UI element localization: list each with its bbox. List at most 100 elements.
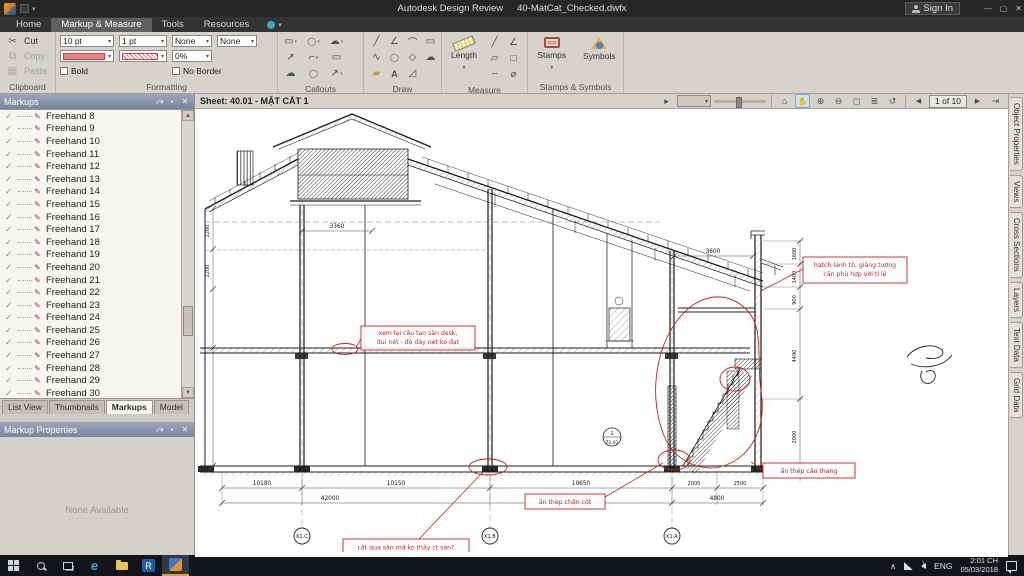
tab-model[interactable]: Model xyxy=(154,400,189,414)
next-page-icon[interactable] xyxy=(970,94,985,108)
check-icon[interactable] xyxy=(5,224,16,235)
select-tool-icon[interactable] xyxy=(659,94,674,108)
tray-expand-icon[interactable] xyxy=(890,561,896,571)
list-item[interactable]: Freehand 23 xyxy=(0,299,181,312)
list-item[interactable]: Freehand 28 xyxy=(0,362,181,375)
orbit-icon[interactable] xyxy=(885,94,900,108)
line-callout-button[interactable] xyxy=(305,50,322,65)
tab-markup-measure[interactable]: Markup & Measure xyxy=(51,18,151,32)
tab-resources[interactable]: Resources xyxy=(194,18,259,32)
zoom-out-icon[interactable] xyxy=(831,94,846,108)
markup-annotation-catqua[interactable]: cắt qua sàn mà ko thấy ct sản? xyxy=(343,539,469,552)
no-border-checkbox[interactable]: No Border xyxy=(172,66,257,76)
tab-tools[interactable]: Tools xyxy=(152,18,194,32)
markup-annotation-chancot[interactable]: ẩn thép chân cột xyxy=(525,494,605,509)
network-icon[interactable] xyxy=(904,562,913,570)
tab-thumbnails[interactable]: Thumbnails xyxy=(49,400,105,414)
stamps-button[interactable]: Stamps xyxy=(532,32,572,81)
list-item[interactable]: Freehand 26 xyxy=(0,337,181,350)
list-item[interactable]: Freehand 10 xyxy=(0,135,181,148)
pan-tool-icon[interactable] xyxy=(795,94,810,108)
start-button[interactable] xyxy=(0,555,27,576)
draw-arc-button[interactable] xyxy=(404,34,421,49)
circle-callout-button[interactable] xyxy=(305,34,322,49)
paste-button[interactable]: Paste xyxy=(4,64,51,78)
home-view-icon[interactable] xyxy=(777,94,792,108)
list-item[interactable]: Freehand 21 xyxy=(0,274,181,287)
action-center-icon[interactable] xyxy=(1006,561,1017,571)
check-icon[interactable] xyxy=(5,337,16,348)
check-icon[interactable] xyxy=(5,325,16,336)
list-item[interactable]: Freehand 17 xyxy=(0,223,181,236)
file-explorer-button[interactable] xyxy=(108,555,135,576)
red-markups[interactable]: hatch lanh tô, giằng tường cần phù hợp v… xyxy=(332,257,907,552)
check-icon[interactable] xyxy=(5,161,16,172)
quick-access-button[interactable] xyxy=(20,4,29,13)
check-icon[interactable] xyxy=(5,212,16,223)
tab-grid-data[interactable]: Grid Data xyxy=(1010,372,1023,418)
check-icon[interactable] xyxy=(5,312,16,323)
check-icon[interactable] xyxy=(5,111,16,122)
check-icon[interactable] xyxy=(5,199,16,210)
symbols-button[interactable]: Symbols xyxy=(580,32,620,81)
tab-list-view[interactable]: List View xyxy=(2,400,48,414)
r-app-button[interactable]: R xyxy=(135,555,162,576)
markup-annotation-san[interactable]: xem lại cấu tạo sàn desk, dui nét - độ d… xyxy=(361,326,475,350)
list-item[interactable]: Freehand 16 xyxy=(0,211,181,224)
revision-cloud-button[interactable] xyxy=(282,66,299,81)
measure-rect-button[interactable] xyxy=(505,51,522,66)
erase-button[interactable] xyxy=(404,66,421,81)
previous-page-icon[interactable] xyxy=(911,94,926,108)
ellipse-callout-button[interactable] xyxy=(305,66,322,81)
speaker-icon[interactable] xyxy=(921,563,926,569)
list-item[interactable]: Freehand 14 xyxy=(0,186,181,199)
check-icon[interactable] xyxy=(5,363,16,374)
length-button[interactable]: Length xyxy=(446,34,482,71)
list-item[interactable]: Freehand 25 xyxy=(0,324,181,337)
scroll-up-icon[interactable] xyxy=(182,110,194,121)
list-item[interactable]: Freehand 29 xyxy=(0,374,181,387)
markup-list-scrollbar[interactable] xyxy=(181,110,194,398)
scrollbar-thumb[interactable] xyxy=(183,306,193,336)
quick-access-caret-icon[interactable] xyxy=(32,3,36,14)
measure-angle-button[interactable] xyxy=(505,35,522,50)
measure-area-button[interactable] xyxy=(486,51,503,66)
check-icon[interactable] xyxy=(5,287,16,298)
clock[interactable]: 2:01 CH 05/03/2018 xyxy=(960,557,998,574)
list-item[interactable]: Freehand 24 xyxy=(0,312,181,325)
search-button[interactable] xyxy=(27,555,54,576)
arrow-callout-button[interactable] xyxy=(282,50,299,65)
list-item[interactable]: Freehand 27 xyxy=(0,349,181,362)
list-item[interactable]: Freehand 20 xyxy=(0,261,181,274)
line-style-select[interactable]: None xyxy=(217,35,257,47)
list-item[interactable]: Freehand 19 xyxy=(0,249,181,262)
measure-segment-button[interactable] xyxy=(486,67,503,82)
tab-views[interactable]: Views xyxy=(1010,175,1023,208)
markup-annotation-hatch[interactable]: hatch lanh tô, giằng tường cần phù hợp v… xyxy=(803,257,907,283)
line-color-select[interactable] xyxy=(119,50,167,62)
cloud-callout-button[interactable] xyxy=(328,34,345,49)
check-icon[interactable] xyxy=(5,388,16,398)
draw-polygon-button[interactable] xyxy=(404,50,421,65)
properties-filter-icon[interactable] xyxy=(154,424,164,435)
draw-polyline-button[interactable] xyxy=(386,34,403,49)
last-page-icon[interactable] xyxy=(988,94,1003,108)
markup-filter-icon[interactable] xyxy=(154,96,164,107)
check-icon[interactable] xyxy=(5,262,16,273)
close-icon[interactable] xyxy=(180,96,190,107)
cut-button[interactable]: Cut xyxy=(4,34,51,48)
check-icon[interactable] xyxy=(5,174,16,185)
check-icon[interactable] xyxy=(5,275,16,286)
bold-checkbox[interactable]: Bold xyxy=(60,66,167,76)
tab-cross-sections[interactable]: Cross Sections xyxy=(1010,212,1023,278)
opacity-select[interactable]: 0% xyxy=(172,50,212,62)
list-item[interactable]: Freehand 18 xyxy=(0,236,181,249)
check-icon[interactable] xyxy=(5,186,16,197)
maximize-button[interactable] xyxy=(1000,4,1008,13)
sign-in-button[interactable]: Sign In xyxy=(905,2,960,15)
list-item[interactable]: Freehand 9 xyxy=(0,123,181,136)
communication-center-icon[interactable] xyxy=(267,21,275,29)
list-item[interactable]: Freehand 13 xyxy=(0,173,181,186)
rect-callout-button[interactable] xyxy=(282,34,299,49)
check-icon[interactable] xyxy=(5,123,16,134)
